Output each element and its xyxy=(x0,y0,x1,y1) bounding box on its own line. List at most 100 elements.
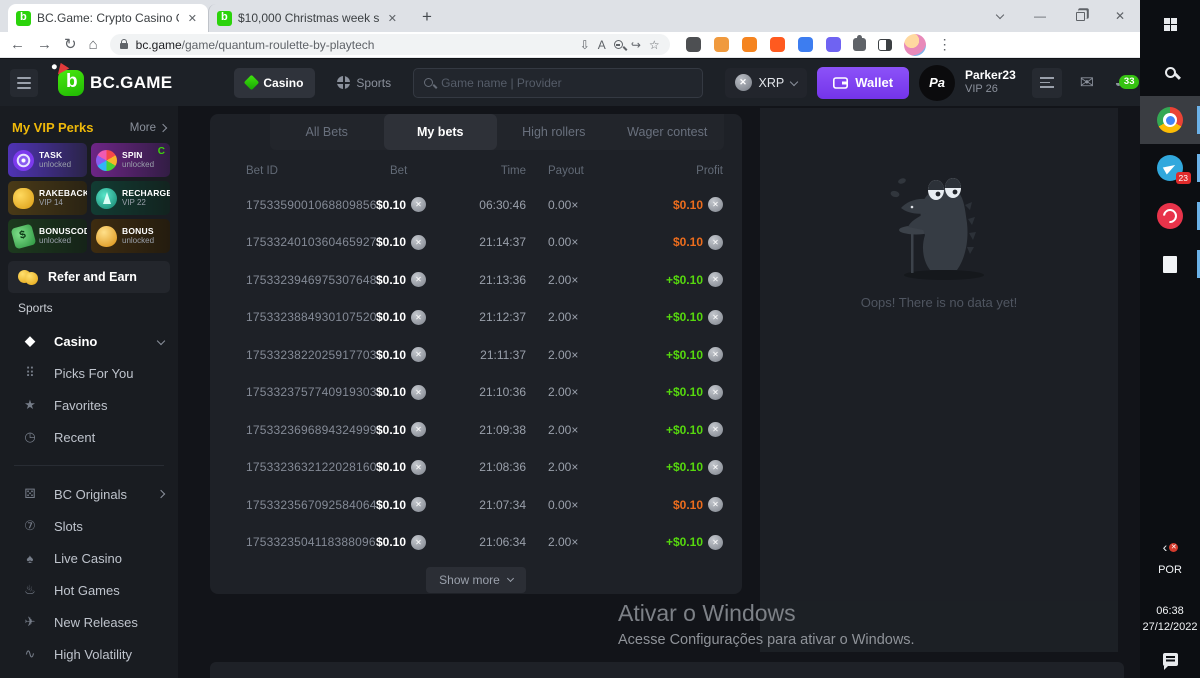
chevron-right-icon xyxy=(159,123,167,131)
sidebar-item-slots[interactable]: ⑦Slots xyxy=(0,510,178,542)
sidebar-item-new-releases[interactable]: ✈New Releases xyxy=(0,606,178,638)
home-button[interactable]: ⌂ xyxy=(89,37,98,52)
nav-casino-label: Casino xyxy=(263,76,303,90)
rocketp-icon xyxy=(96,188,117,209)
bet-profit: $0.10✕ xyxy=(621,497,723,512)
bcgame-favicon xyxy=(16,11,31,26)
forward-button[interactable]: → xyxy=(37,37,52,52)
back-button[interactable]: ← xyxy=(10,37,25,52)
sidebar-item-live-casino[interactable]: ♠Live Casino xyxy=(0,542,178,574)
refer-and-earn-button[interactable]: Refer and Earn xyxy=(8,261,170,293)
restore-button[interactable] xyxy=(1060,0,1100,32)
tab-wager-contest[interactable]: Wager contest xyxy=(611,114,725,150)
table-row: 1753323822025917703$0.10✕21:11:372.00×+$… xyxy=(210,336,742,374)
tab-close-icon[interactable]: ✕ xyxy=(385,11,400,26)
perk-card-rakeback[interactable]: RAKEBACKVIP 14 xyxy=(8,181,87,215)
sidebar-item-hot-games[interactable]: ♨Hot Games xyxy=(0,574,178,606)
perk-card-bonus[interactable]: BONUSunlocked xyxy=(91,219,170,253)
bet-payout: 0.00× xyxy=(526,198,621,212)
empty-state-message: Oops! There is no data yet! xyxy=(861,295,1018,310)
bet-payout: 2.00× xyxy=(526,273,621,287)
taskbar-notepad[interactable] xyxy=(1140,240,1200,288)
sidebar-item-casino[interactable]: ◆Casino xyxy=(0,325,178,357)
bet-payout: 2.00× xyxy=(526,423,621,437)
perk-text: TASKunlocked xyxy=(39,150,71,170)
sports-section-label: Sports xyxy=(0,293,178,317)
windows-taskbar: 23 ‹ ✕ POR 06:38 27/12/2022 xyxy=(1140,0,1200,678)
browser-tab[interactable]: $10,000 Christmas week special✕ xyxy=(208,4,408,32)
cursor-extension[interactable] xyxy=(826,37,841,52)
perk-title: RAKEBACK xyxy=(39,188,82,198)
game-search[interactable] xyxy=(413,68,703,98)
taskbar-search-button[interactable] xyxy=(1140,48,1200,96)
perk-subtitle: unlocked xyxy=(122,160,154,170)
sidebar: My VIP Perks More TASKunlockedSPINunlock… xyxy=(0,106,178,678)
perk-card-bonuscode[interactable]: BONUSCODEunlocked xyxy=(8,219,87,253)
sidebar-item-bc-originals[interactable]: ⚄BC Originals xyxy=(0,478,178,510)
flame-extension[interactable] xyxy=(770,37,785,52)
perk-card-spin[interactable]: SPINunlockedC xyxy=(91,143,170,177)
search-input[interactable] xyxy=(441,76,692,90)
zoom-out-icon[interactable] xyxy=(614,40,623,49)
sidebar-item-picks-for-you[interactable]: ⠿Picks For You xyxy=(0,357,178,389)
browser-menu-icon[interactable]: ⋮ xyxy=(938,36,952,53)
metamask-extension[interactable] xyxy=(742,37,757,52)
taskbar-chrome[interactable] xyxy=(1140,96,1200,144)
language-indicator[interactable]: POR xyxy=(1158,563,1182,578)
action-center-icon[interactable] xyxy=(1163,653,1178,666)
betslip-button[interactable] xyxy=(1032,68,1062,98)
xrp-coin-icon: ✕ xyxy=(411,460,426,475)
install-app-icon[interactable]: ⇩ xyxy=(580,38,590,52)
user-avatar[interactable]: Pa xyxy=(919,65,955,101)
new-tab-button[interactable]: + xyxy=(414,4,440,30)
sidebar-item-recent[interactable]: ◷Recent xyxy=(0,421,178,453)
browser-tab[interactable]: BC.Game: Crypto Casino Games✕ xyxy=(8,4,208,32)
tab-close-icon[interactable]: ✕ xyxy=(185,11,200,26)
taskbar-start-button[interactable] xyxy=(1140,0,1200,48)
hamburger-menu-button[interactable] xyxy=(10,69,38,97)
perk-card-task[interactable]: TASKunlocked xyxy=(8,143,87,177)
mail-icon[interactable]: ✉ xyxy=(1080,73,1094,93)
tab-search-button[interactable] xyxy=(980,0,1020,32)
tab-my-bets[interactable]: My bets xyxy=(384,114,498,150)
reload-button[interactable]: ↻ xyxy=(64,37,77,52)
translate-icon[interactable]: A xyxy=(598,38,606,52)
nav-casino-button[interactable]: Casino xyxy=(234,68,315,98)
sidebar-item-label: New Releases xyxy=(54,615,164,630)
close-button[interactable]: ✕ xyxy=(1100,0,1140,32)
sidebar-item-label: Recent xyxy=(54,430,164,445)
bet-id: 1753359001068809856 xyxy=(246,198,376,212)
tab-high-rollers[interactable]: High rollers xyxy=(497,114,611,150)
perk-card-recharge[interactable]: RECHARGEVIP 22 xyxy=(91,181,170,215)
more-label: More xyxy=(130,122,156,134)
minimize-button[interactable]: — xyxy=(1020,0,1060,32)
capture-extension[interactable] xyxy=(686,37,701,52)
sidebar-item-feature-buy-in[interactable]: ◈Feature Buy-in xyxy=(0,670,178,678)
perk-subtitle: unlocked xyxy=(39,236,82,246)
side-panel-icon[interactable] xyxy=(878,39,892,51)
notification-badge: 23 xyxy=(1176,172,1191,184)
sidebar-item-favorites[interactable]: ★Favorites xyxy=(0,389,178,421)
taskbar-telegram[interactable]: 23 xyxy=(1140,144,1200,192)
sidebar-item-label: High Volatility xyxy=(54,647,164,662)
adguard-shield-extension[interactable] xyxy=(798,37,813,52)
sidebar-item-label: Casino xyxy=(54,334,142,349)
currency-selector[interactable]: ✕ XRP xyxy=(725,68,808,98)
share-icon[interactable]: ↪ xyxy=(631,38,641,52)
perks-more-link[interactable]: More xyxy=(130,122,166,134)
sidebar-item-high-volatility[interactable]: ∿High Volatility xyxy=(0,638,178,670)
show-more-button[interactable]: Show more xyxy=(426,567,526,593)
bookmark-star-icon[interactable]: ☆ xyxy=(649,38,660,52)
extensions-puzzle-icon[interactable] xyxy=(853,38,866,51)
persona-extension[interactable] xyxy=(714,37,729,52)
bcgame-logo[interactable]: BC.GAME xyxy=(58,70,172,96)
taskbar-media-app[interactable] xyxy=(1140,192,1200,240)
bet-id: 1753323632122028160 xyxy=(246,460,376,474)
hidden-icons-chevron[interactable]: ‹ xyxy=(1163,539,1168,555)
address-bar[interactable]: bc.game/game/quantum-roulette-by-playtec… xyxy=(110,34,670,55)
browser-profile-avatar[interactable] xyxy=(904,34,926,56)
wallet-button[interactable]: Wallet xyxy=(817,67,909,99)
nav-sports-button[interactable]: Sports xyxy=(325,68,403,98)
tab-all-bets[interactable]: All Bets xyxy=(270,114,384,150)
taskbar-clock[interactable]: 06:38 27/12/2022 xyxy=(1142,604,1197,635)
